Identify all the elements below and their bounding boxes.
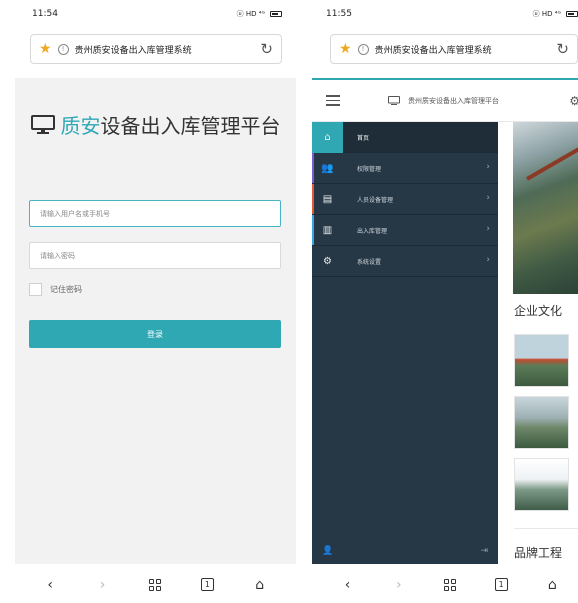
item-accent-bar	[312, 153, 314, 183]
chevron-right-icon: ›	[486, 162, 490, 172]
back-button[interactable]: ‹	[39, 574, 61, 596]
reload-icon[interactable]: ↻	[556, 40, 569, 58]
sidebar-item-label: 首页	[357, 134, 370, 142]
tabs-button[interactable]: 1	[490, 574, 512, 596]
login-panel: 质安设备出入库管理平台 请输入用户名或手机号 请输入密码 记住密码 登录	[15, 78, 296, 564]
sidebar-item-home[interactable]: ⌂ 首页	[312, 121, 498, 153]
site-info-icon[interactable]: !	[357, 43, 369, 55]
tab-count: 1	[200, 578, 214, 591]
chart-icon: ▥	[322, 224, 333, 236]
login-screen: 11:54 ⓤ HD ⁴ᴳ ★ ! 贵州质安设备出入库管理系统 ↻ 质安设备出入…	[0, 0, 296, 603]
section-culture: 企业文化	[514, 304, 563, 318]
sidebar-item-personnel-devices[interactable]: ▤ 人员设备管理 ›	[312, 184, 498, 215]
battery-icon	[566, 11, 578, 17]
menu-grid-icon[interactable]	[439, 574, 461, 596]
page-title: 贵州质安设备出入库管理系统	[374, 45, 492, 56]
settings-gear-icon[interactable]: ⚙	[569, 94, 578, 108]
tab-count: 1	[494, 578, 508, 591]
site-info-icon[interactable]: !	[57, 43, 69, 55]
app-title: 贵州质安设备出入库管理平台	[388, 95, 499, 106]
password-placeholder: 请输入密码	[40, 251, 75, 260]
culture-image[interactable]	[514, 334, 569, 387]
status-icons: ⓤ HD ⁴ᴳ	[237, 9, 282, 19]
app-header: 贵州质安设备出入库管理平台 ⚙	[312, 80, 578, 122]
monitor-icon	[30, 115, 55, 134]
home-icon: ⌂	[312, 121, 343, 153]
sidebar: ⌂ 首页 👥 权限管理 › ▤ 人员设备管理 › ▥ 出入库管理 › ⚙ 系统设…	[312, 121, 498, 564]
status-time: 11:55	[326, 9, 352, 19]
sidebar-item-label: 系统设置	[357, 258, 382, 266]
battery-icon	[270, 11, 282, 17]
status-time: 11:54	[32, 9, 58, 19]
culture-image[interactable]	[514, 396, 569, 449]
status-bar: 11:54 ⓤ HD ⁴ᴳ	[0, 0, 296, 28]
login-button[interactable]: 登录	[29, 320, 281, 348]
section-brand: 品牌工程	[514, 546, 563, 560]
remember-password[interactable]: 记住密码	[29, 283, 82, 296]
username-placeholder: 请输入用户名或手机号	[40, 209, 110, 218]
item-accent-bar	[312, 184, 314, 214]
remember-checkbox[interactable]	[29, 283, 42, 296]
status-bar: 11:55 ⓤ HD ⁴ᴳ	[312, 0, 578, 28]
app-title-text: 贵州质安设备出入库管理平台	[408, 96, 499, 105]
users-icon: 👥	[321, 162, 334, 174]
forward-button[interactable]: ›	[388, 574, 410, 596]
main-content: 企业文化 品牌工程	[498, 122, 578, 564]
reload-icon[interactable]: ↻	[260, 40, 273, 58]
username-input[interactable]: 请输入用户名或手机号	[29, 200, 281, 227]
home-icon[interactable]: ⌂	[249, 574, 271, 596]
remember-label: 记住密码	[50, 285, 82, 294]
status-indicators: ⓤ HD ⁴ᴳ	[532, 10, 561, 18]
monitor-icon	[388, 95, 400, 105]
password-input[interactable]: 请输入密码	[29, 242, 281, 269]
device-icon: ▤	[322, 193, 333, 205]
address-bar[interactable]: ★ ! 贵州质安设备出入库管理系统 ↻	[330, 34, 578, 64]
forward-button[interactable]: ›	[92, 574, 114, 596]
sidebar-item-permissions[interactable]: 👥 权限管理 ›	[312, 153, 498, 184]
settings-icon: ⚙	[323, 255, 332, 267]
tabs-button[interactable]: 1	[196, 574, 218, 596]
sidebar-item-inventory[interactable]: ▥ 出入库管理 ›	[312, 215, 498, 246]
bookmark-star-icon[interactable]: ★	[39, 41, 52, 57]
sidebar-item-label: 权限管理	[357, 165, 382, 173]
logout-icon[interactable]: ⇥	[480, 546, 488, 556]
login-title: 质安设备出入库管理平台	[15, 112, 296, 141]
user-icon[interactable]: 👤	[322, 546, 333, 556]
bookmark-star-icon[interactable]: ★	[339, 41, 352, 57]
hero-image	[513, 122, 578, 294]
status-icons: ⓤ HD ⁴ᴳ	[533, 9, 578, 19]
title-accent: 质安	[60, 114, 101, 138]
address-bar[interactable]: ★ ! 贵州质安设备出入库管理系统 ↻	[30, 34, 282, 64]
hamburger-menu-icon[interactable]	[326, 95, 340, 106]
chevron-right-icon: ›	[486, 193, 490, 203]
page-title: 贵州质安设备出入库管理系统	[74, 45, 192, 56]
sidebar-item-settings[interactable]: ⚙ 系统设置 ›	[312, 246, 498, 277]
culture-image[interactable]	[514, 458, 569, 511]
dashboard-screen: 11:55 ⓤ HD ⁴ᴳ ★ ! 贵州质安设备出入库管理系统 ↻ 贵州质安设备…	[312, 0, 578, 603]
sidebar-footer: 👤 ⇥	[312, 538, 498, 564]
chevron-right-icon: ›	[486, 224, 490, 234]
sidebar-item-label: 出入库管理	[357, 227, 388, 235]
item-accent-bar	[312, 215, 314, 245]
back-button[interactable]: ‹	[337, 574, 359, 596]
divider	[514, 528, 578, 529]
chevron-right-icon: ›	[486, 255, 490, 265]
menu-grid-icon[interactable]	[144, 574, 166, 596]
browser-nav: ‹ › 1 ⌂	[312, 566, 578, 603]
sidebar-item-label: 人员设备管理	[357, 196, 394, 204]
title-rest: 设备出入库管理平台	[100, 114, 281, 138]
browser-nav: ‹ › 1 ⌂	[0, 566, 296, 603]
home-icon[interactable]: ⌂	[541, 574, 563, 596]
status-indicators: ⓤ HD ⁴ᴳ	[236, 10, 265, 18]
